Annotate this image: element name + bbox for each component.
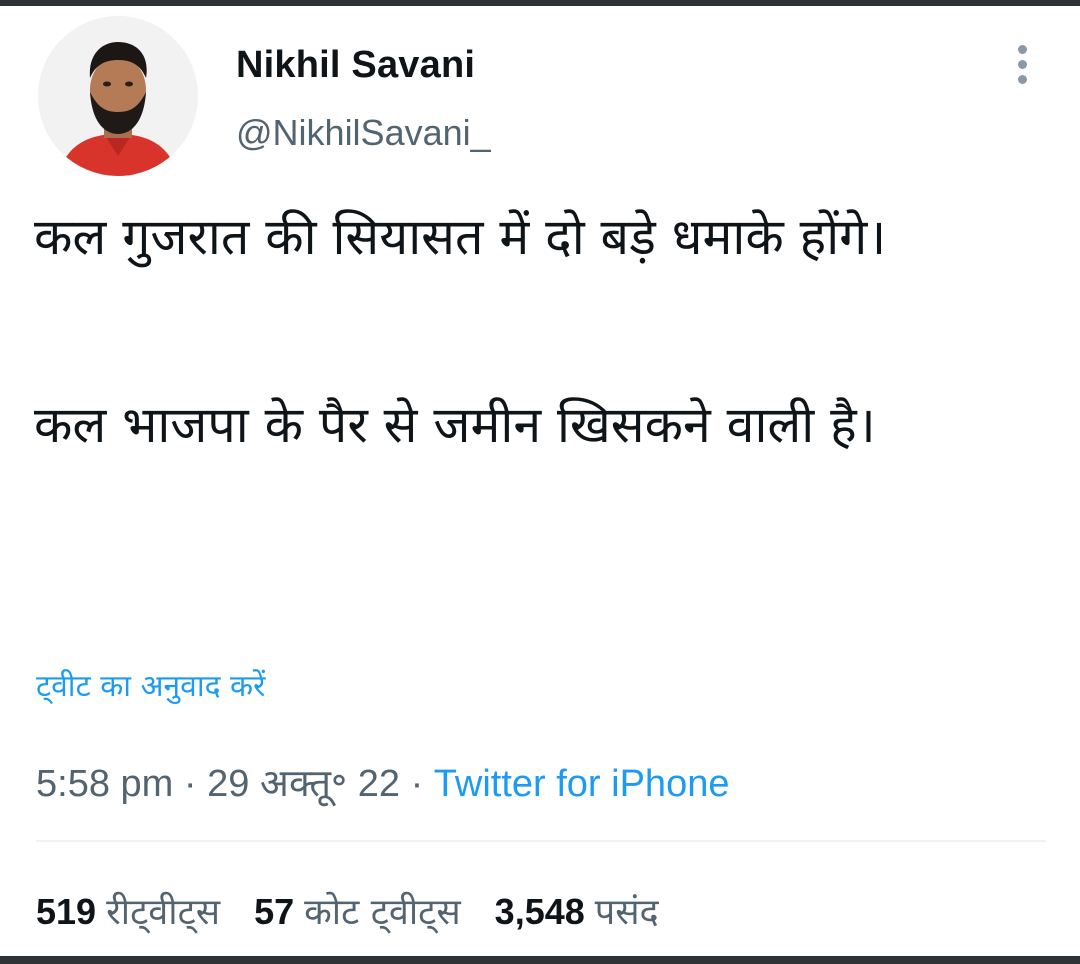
tweet-paragraph-1: कल गुजरात की सियासत में दो बड़े धमाके हो…	[34, 208, 887, 266]
retweets-stat[interactable]: 519 रीट्वीट्स	[36, 886, 220, 935]
translate-tweet-link[interactable]: ट्वीट का अनुवाद करें	[36, 664, 265, 705]
more-vertical-icon-dot	[1017, 59, 1027, 69]
likes-label: पसंद	[594, 892, 659, 933]
tweet-date[interactable]: 29 अक्तू॰ 22	[207, 763, 400, 805]
avatar[interactable]	[38, 16, 198, 176]
retweets-label: रीट्वीट्स	[106, 892, 221, 933]
meta-separator: ·	[183, 763, 197, 805]
more-vertical-icon	[1017, 44, 1027, 54]
quote-tweets-count: 57	[254, 891, 295, 932]
author-display-name[interactable]: Nikhil Savani	[236, 44, 475, 87]
quote-tweets-label: कोट ट्वीट्स	[304, 892, 461, 933]
quote-tweets-stat[interactable]: 57 कोट ट्वीट्स	[254, 886, 461, 935]
tweet-metadata: 5:58 pm · 29 अक्तू॰ 22 · Twitter for iPh…	[36, 756, 729, 808]
likes-count: 3,548	[494, 891, 585, 932]
bottom-edge-bar	[0, 956, 1080, 964]
tweet-text: कल गुजरात की सियासत में दो बड़े धमाके हो…	[34, 190, 1044, 472]
tweet-paragraph-2: कल भाजपा के पैर से जमीन खिसकने वाली है।	[34, 396, 876, 454]
top-edge-bar	[0, 0, 1080, 6]
tweet-source-link[interactable]: Twitter for iPhone	[434, 763, 730, 805]
retweets-count: 519	[36, 891, 97, 932]
author-handle[interactable]: @NikhilSavani_	[236, 112, 491, 154]
more-vertical-icon-dot	[1017, 74, 1027, 84]
profile-photo	[38, 16, 198, 176]
meta-separator: ·	[410, 763, 424, 805]
more-options-button[interactable]	[1000, 40, 1044, 88]
divider	[36, 840, 1046, 842]
likes-stat[interactable]: 3,548 पसंद	[495, 886, 659, 935]
tweet-stats: 519 रीट्वीट्स 57 कोट ट्वीट्स 3,548 पसंद	[36, 886, 659, 935]
tweet-time[interactable]: 5:58 pm	[36, 763, 173, 805]
